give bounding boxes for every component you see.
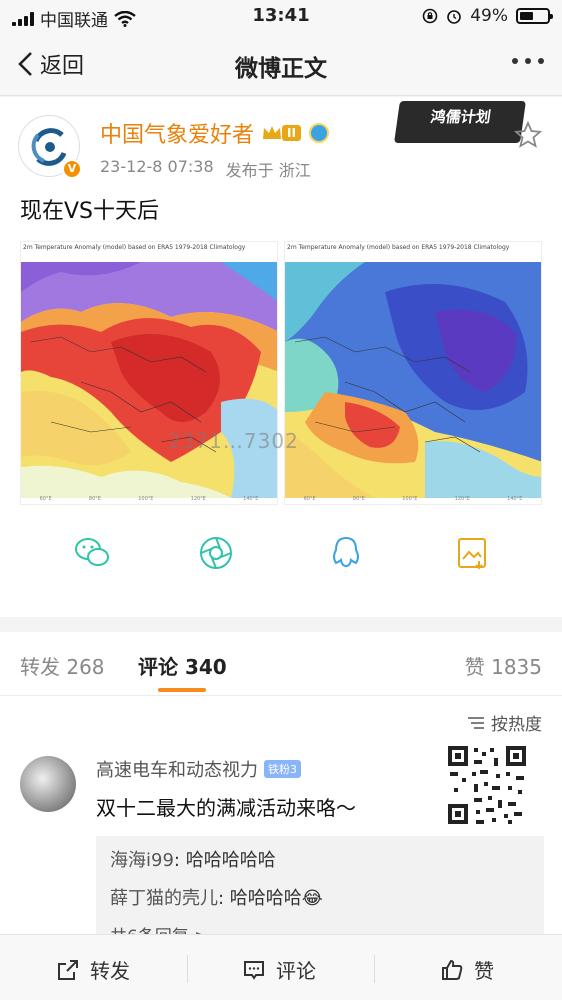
- fan-badge: 铁粉3: [264, 760, 301, 778]
- status-bar: 中国联通 13:41 49%: [0, 0, 562, 32]
- moments-icon[interactable]: [196, 533, 236, 573]
- tab-comment[interactable]: 评论 340: [138, 651, 227, 680]
- brand-tag-label: 鸿儒计划: [429, 108, 492, 126]
- battery-fill: [520, 12, 533, 20]
- map-title: 2m Temperature Anomaly (model) based on …: [23, 244, 246, 251]
- comment-label: 评论: [276, 959, 316, 983]
- bottom-action-bar: 转发 评论 赞: [0, 934, 562, 1000]
- crown-icon: II: [262, 122, 301, 144]
- comment-list: 按热度 高速电车和动态视力 铁粉3 双十二最大的满减活动来咯～ 海海i99: 哈…: [0, 696, 562, 947]
- verified-v-badge: V: [62, 159, 82, 179]
- post-image-ten-days-later[interactable]: 2m Temperature Anomaly (model) based on …: [284, 241, 542, 505]
- post-card: V 中国气象爱好者 II 23-12-8 07:38 发布于 浙江 鸿儒计划 现…: [0, 97, 562, 617]
- more-button[interactable]: [512, 58, 544, 64]
- alarm-icon: [447, 10, 462, 24]
- tab-repost-count: 268: [66, 655, 105, 679]
- tab-like[interactable]: 赞 1835: [465, 651, 542, 680]
- commenter-name[interactable]: 高速电车和动态视力: [96, 756, 258, 782]
- tab-repost-label: 转发: [20, 655, 60, 679]
- divider: [374, 955, 375, 983]
- map-title: 2m Temperature Anomaly (model) based on …: [287, 244, 510, 251]
- reply-text: 哈哈哈哈哈: [185, 850, 276, 871]
- wechat-icon[interactable]: [72, 533, 112, 573]
- qq-icon[interactable]: [326, 533, 366, 573]
- tab-like-count: 1835: [491, 655, 542, 679]
- tab-comment-label: 评论: [138, 655, 178, 679]
- battery-icon: [516, 8, 553, 24]
- share-row: [0, 533, 562, 585]
- repost-button[interactable]: 转发: [56, 955, 130, 984]
- more-dot-icon: [512, 58, 518, 64]
- repost-icon: [58, 959, 78, 980]
- nav-bar: 返回 微博正文: [0, 32, 562, 96]
- verified-icon: [308, 123, 329, 143]
- image-watermark: 2371…7302: [168, 429, 299, 453]
- sort-label: 按热度: [491, 715, 542, 735]
- rotation-lock-icon: [422, 8, 438, 24]
- repost-label: 转发: [90, 959, 130, 983]
- post-text: 现在VS十天后: [20, 199, 160, 224]
- author-name[interactable]: 中国气象爱好者: [100, 117, 254, 149]
- map-axis: 60°E 80°E 100°E 120°E 140°E: [303, 496, 523, 502]
- divider: [187, 955, 188, 983]
- reply-user[interactable]: 薛丁猫的壳儿: [110, 888, 218, 909]
- page-title: 微博正文: [235, 56, 327, 82]
- post-source: 发布于 浙江: [225, 161, 311, 180]
- star-icon[interactable]: [514, 121, 542, 149]
- level-tag: II: [282, 125, 301, 141]
- comment-icon: [244, 960, 264, 980]
- like-label: 赞: [474, 959, 494, 983]
- reply-item: 薛丁猫的壳儿: 哈哈哈哈😂: [110, 888, 323, 909]
- temperature-anomaly-map: [21, 262, 277, 498]
- reply-box[interactable]: 海海i99: 哈哈哈哈哈 薛丁猫的壳儿: 哈哈哈哈😂 共6条回复 >: [96, 836, 544, 947]
- commenter-avatar[interactable]: [20, 756, 76, 812]
- map-axis: 60°E 80°E 100°E 120°E 140°E: [39, 496, 259, 502]
- comment-text: 双十二最大的满减活动来咯～: [96, 796, 356, 820]
- comment-button[interactable]: 评论: [242, 955, 316, 984]
- qr-code-icon: [446, 744, 528, 826]
- like-button[interactable]: 赞: [440, 955, 494, 984]
- more-dot-icon: [525, 58, 531, 64]
- reply-text: 哈哈哈哈😂: [229, 888, 323, 909]
- engagement-tabs: 转发 268 评论 340 赞 1835: [0, 632, 562, 696]
- tab-comment-count: 340: [184, 655, 227, 679]
- more-dot-icon: [538, 58, 544, 64]
- active-tab-indicator: [158, 688, 206, 692]
- tab-repost[interactable]: 转发 268: [20, 651, 105, 680]
- save-image-icon[interactable]: [452, 533, 492, 573]
- reply-item: 海海i99: 哈哈哈哈哈: [110, 850, 276, 871]
- battery-percent: 49%: [470, 6, 508, 26]
- brand-tag: 鸿儒计划: [394, 101, 526, 143]
- reply-user[interactable]: 海海i99: [110, 850, 174, 871]
- sort-icon: [468, 716, 484, 729]
- sort-button[interactable]: 按热度: [467, 710, 542, 735]
- post-time: 23-12-8 07:38: [100, 157, 214, 176]
- temperature-anomaly-map: [285, 262, 541, 498]
- post-image-now[interactable]: 2m Temperature Anomaly (model) based on …: [20, 241, 278, 505]
- thumbs-up-icon: [442, 959, 463, 980]
- tab-like-label: 赞: [464, 655, 485, 679]
